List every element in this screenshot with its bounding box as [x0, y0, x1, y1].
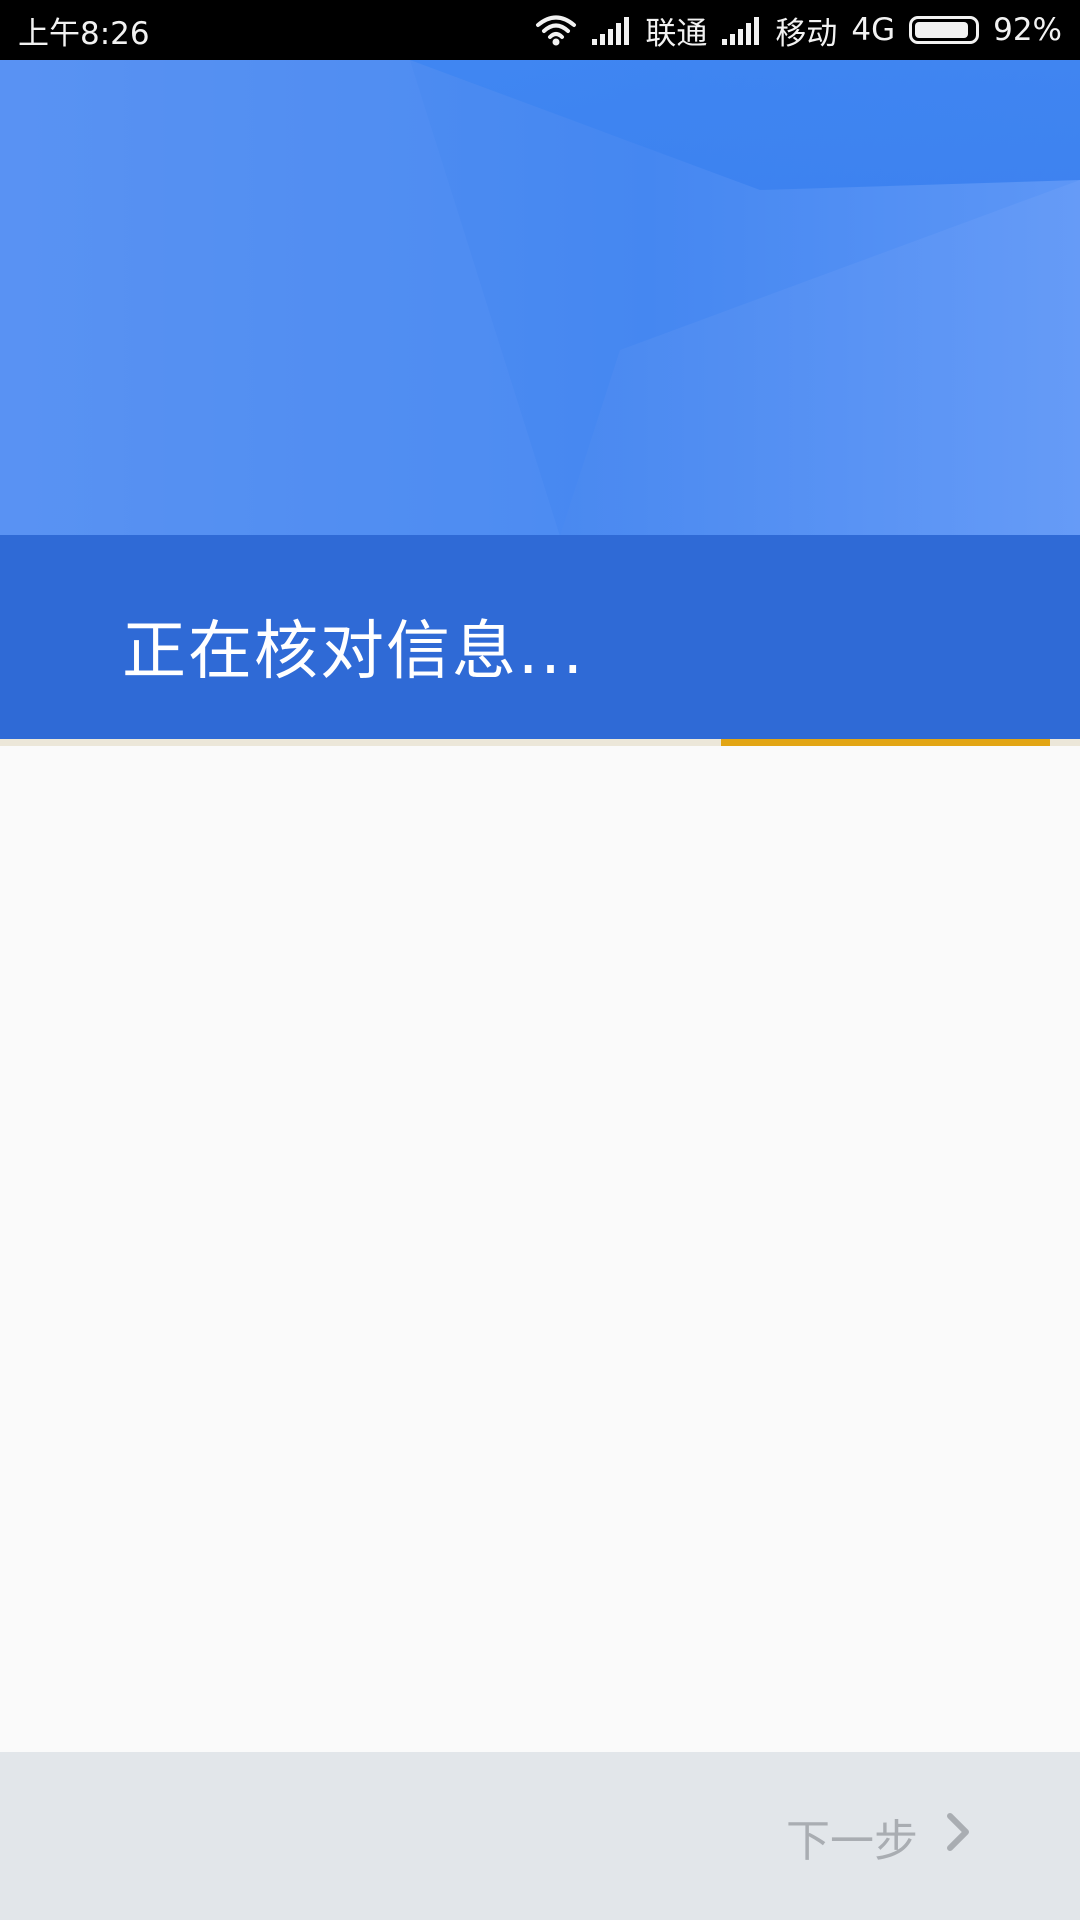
hero-background	[0, 60, 1080, 536]
battery-percent: 92%	[993, 12, 1062, 48]
network-type: 4G	[851, 12, 896, 48]
carrier-2: 移动	[775, 15, 838, 52]
carrier-1: 联通	[645, 15, 708, 52]
status-bar: 上午8:26 联通 移动 4G 92%	[0, 0, 1080, 60]
setup-screen: 上午8:26 联通 移动 4G 92% 正在核对信息... 下一步	[0, 0, 1080, 1920]
content-area	[0, 746, 1080, 1752]
progress-track	[0, 739, 1080, 746]
status-time: 上午8:26	[18, 15, 150, 52]
next-button[interactable]: 下一步	[786, 1802, 970, 1872]
progress-indicator	[721, 739, 1050, 746]
wifi-icon	[535, 13, 577, 47]
chevron-right-icon	[946, 1812, 970, 1863]
signal-icon	[591, 15, 631, 45]
page-title: 正在核对信息...	[122, 615, 586, 689]
signal-icon	[721, 15, 761, 45]
bottom-bar: 下一步	[0, 1752, 1080, 1920]
battery-icon	[909, 16, 980, 44]
next-button-label: 下一步	[786, 1816, 918, 1867]
battery-level	[915, 22, 969, 38]
